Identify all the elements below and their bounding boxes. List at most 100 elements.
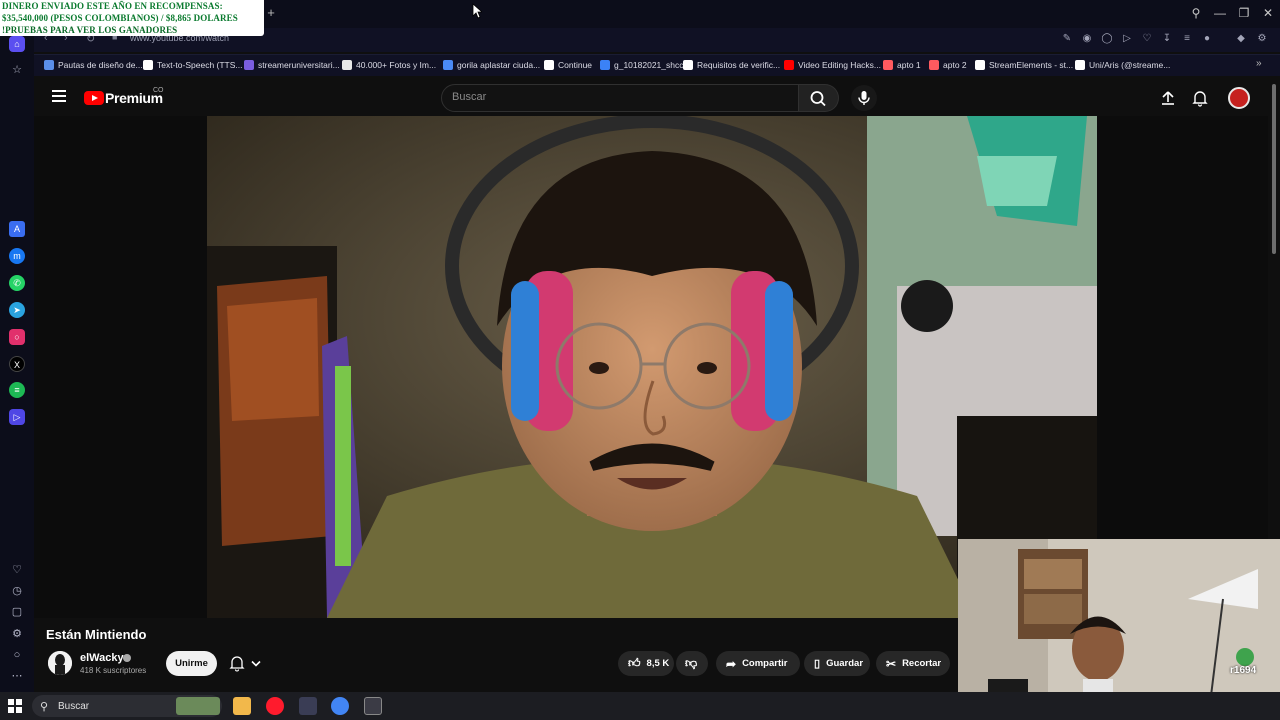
bookmark-item[interactable]: Pautas de diseño de...: [44, 58, 143, 72]
bookmark-label: Text-to-Speech (TTS...: [157, 60, 243, 70]
download-icon[interactable]: ↧: [1161, 33, 1173, 45]
history-icon[interactable]: ◷: [10, 584, 24, 598]
upload-icon[interactable]: [1159, 89, 1177, 107]
bookmark-item[interactable]: apto 2: [929, 58, 967, 72]
bookmark-label: apto 1: [897, 60, 921, 70]
streamelements-icon: [975, 60, 985, 70]
more-icon[interactable]: ⋯: [10, 669, 24, 683]
opera-icon[interactable]: [266, 697, 284, 715]
page-scrollbar[interactable]: [1272, 84, 1276, 254]
youtube-icon: [784, 60, 794, 70]
star-icon[interactable]: ☆: [10, 63, 24, 77]
play-icon[interactable]: ▷: [1121, 33, 1133, 45]
bookmark-item[interactable]: 40.000+ Fotos y Im...: [342, 58, 436, 72]
channel-avatar[interactable]: [48, 651, 72, 675]
file-explorer-icon[interactable]: [233, 697, 251, 715]
webcam-badge: r1694: [1230, 665, 1257, 676]
share-button[interactable]: ➦ Compartir: [716, 651, 800, 676]
taskbar-search-label: Buscar: [58, 701, 90, 712]
like-count: 8,5 K: [646, 658, 670, 669]
heart-icon[interactable]: ♡: [1141, 33, 1153, 45]
shield-icon[interactable]: ◯: [1101, 33, 1113, 45]
bookmark-item[interactable]: apto 1: [883, 58, 921, 72]
bookmark-label: Continue: [558, 60, 593, 70]
profile-icon[interactable]: ●: [1201, 33, 1213, 45]
airbnb-icon: [929, 60, 939, 70]
heart-icon[interactable]: ♡: [10, 563, 24, 577]
chrome-icon[interactable]: [331, 697, 349, 715]
join-button[interactable]: Unirme: [166, 651, 217, 676]
more-bookmarks-icon[interactable]: »: [1256, 58, 1262, 69]
twitch-icon: [244, 60, 254, 70]
hamburger-menu-icon[interactable]: [52, 90, 66, 102]
x-icon[interactable]: X: [9, 356, 25, 372]
settings-icon[interactable]: ⚙: [10, 627, 24, 641]
bookmark-item[interactable]: g_10182021_shcc: [600, 58, 683, 72]
channel-name[interactable]: elWacky: [80, 652, 124, 664]
streamlabs-icon[interactable]: [299, 697, 317, 715]
taskbar-widget-image[interactable]: [176, 697, 220, 715]
bookmark-item[interactable]: StreamElements - st...: [975, 58, 1073, 72]
tiktok-icon: [1075, 60, 1085, 70]
spotify-icon[interactable]: ≡: [9, 382, 25, 398]
search-button[interactable]: [799, 84, 839, 112]
player-icon[interactable]: ▷: [9, 409, 25, 425]
like-button[interactable]: 👍︎ 8,5 K: [618, 651, 674, 676]
country-code: CO: [153, 87, 164, 94]
telegram-icon[interactable]: ➤: [9, 302, 25, 318]
microphone-icon: [858, 91, 870, 105]
bookmark-item[interactable]: Continue: [544, 58, 592, 72]
extension-icon[interactable]: ◆: [1235, 33, 1247, 45]
messenger-icon[interactable]: m: [9, 248, 25, 264]
youtube-logo-icon[interactable]: [84, 91, 104, 105]
bookmark-item[interactable]: Requisitos de verific...: [683, 58, 780, 72]
bookmark-item[interactable]: gorila aplastar ciuda...: [443, 58, 540, 72]
settings-icon[interactable]: ⚙: [1256, 33, 1268, 45]
close-icon[interactable]: ✕: [1258, 5, 1278, 21]
box-icon[interactable]: ▢: [10, 605, 24, 619]
airbnb-icon: [883, 60, 893, 70]
menu-list-icon[interactable]: ≡: [1181, 33, 1193, 45]
subscriber-count: 418 K suscriptores: [80, 666, 147, 675]
bookmark-item[interactable]: Video Editing Hacks...: [784, 58, 881, 72]
whatsapp-icon[interactable]: ✆: [9, 275, 25, 291]
rewards-line-2: $35,540,000 (PESOS COLOMBIANOS) / $8,865…: [2, 13, 238, 23]
dislike-button[interactable]: 👎︎: [676, 651, 708, 676]
bookmark-label: streameruniversitari...: [258, 60, 340, 70]
save-button[interactable]: ▯ Guardar: [804, 651, 870, 676]
search-tabs-icon[interactable]: ⚲: [1186, 5, 1206, 21]
lightbulb-icon[interactable]: ○: [10, 648, 24, 662]
channel-avatar-image: [48, 651, 72, 675]
aria-icon[interactable]: A: [9, 221, 25, 237]
windows-start-icon[interactable]: [8, 699, 22, 713]
subscription-bell-button[interactable]: [227, 651, 271, 676]
bookmark-icon: ▯: [814, 658, 821, 670]
new-tab-icon[interactable]: +: [264, 6, 278, 20]
save-label: Guardar: [826, 658, 864, 669]
bookmark-item[interactable]: Text-to-Speech (TTS...: [143, 58, 243, 72]
app-window-icon[interactable]: [364, 697, 382, 715]
bookmark-item[interactable]: streameruniversitari...: [244, 58, 340, 72]
image-site-icon: [342, 60, 352, 70]
voice-search-button[interactable]: [851, 85, 877, 111]
search-box: [441, 84, 799, 112]
notifications-bell-icon[interactable]: [1191, 89, 1209, 107]
account-avatar[interactable]: [1228, 87, 1250, 109]
video-title: Están Mintiendo: [46, 627, 147, 642]
bookmark-label: Pautas de diseño de...: [58, 60, 143, 70]
camera-icon[interactable]: ◉: [1081, 33, 1093, 45]
restore-icon[interactable]: ❐: [1234, 5, 1254, 21]
document-icon: [44, 60, 54, 70]
minimize-icon[interactable]: —: [1210, 5, 1230, 21]
share-arrow-icon: ➦: [726, 656, 737, 671]
edit-icon[interactable]: ✎: [1061, 33, 1073, 45]
bookmark-label: apto 2: [943, 60, 967, 70]
instagram-icon[interactable]: ○: [9, 329, 25, 345]
home-icon[interactable]: ⌂: [9, 36, 25, 52]
bookmark-item[interactable]: Uni/Aris (@streame...: [1075, 58, 1170, 72]
search-input[interactable]: [452, 91, 752, 103]
search-icon: [810, 91, 826, 107]
clip-button[interactable]: ✂ Recortar: [876, 651, 950, 676]
document-icon: [544, 60, 554, 70]
bookmark-label: 40.000+ Fotos y Im...: [356, 60, 437, 70]
